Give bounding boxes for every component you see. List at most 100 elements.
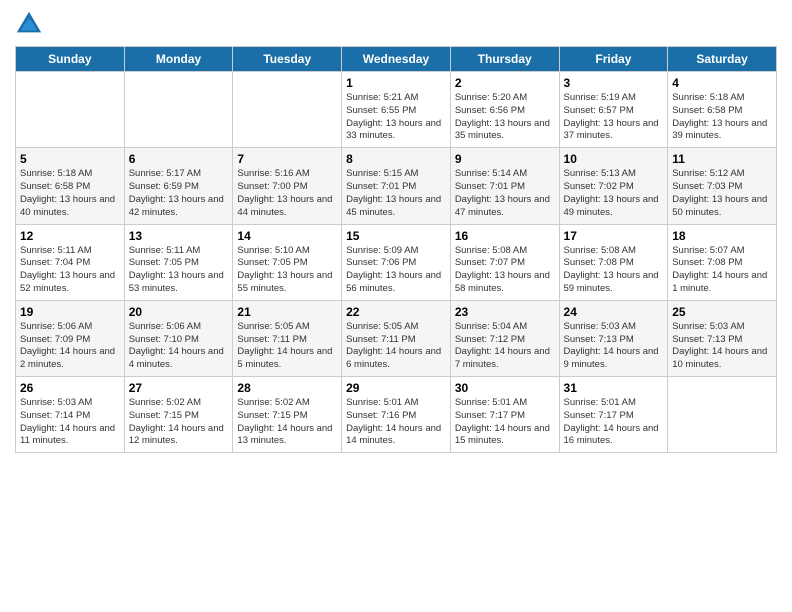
day-number: 22	[346, 305, 446, 319]
day-info: Sunrise: 5:01 AMSunset: 7:16 PMDaylight:…	[346, 397, 446, 448]
day-number: 20	[129, 305, 229, 319]
day-info: Sunrise: 5:06 AMSunset: 7:09 PMDaylight:…	[20, 321, 120, 372]
day-info: Sunrise: 5:08 AMSunset: 7:08 PMDaylight:…	[564, 245, 664, 296]
day-info: Sunrise: 5:20 AMSunset: 6:56 PMDaylight:…	[455, 92, 555, 143]
weekday-friday: Friday	[559, 47, 668, 72]
weekday-sunday: Sunday	[16, 47, 125, 72]
page-header	[15, 10, 777, 38]
day-info: Sunrise: 5:02 AMSunset: 7:15 PMDaylight:…	[129, 397, 229, 448]
day-number: 6	[129, 152, 229, 166]
day-info: Sunrise: 5:03 AMSunset: 7:13 PMDaylight:…	[672, 321, 772, 372]
day-number: 9	[455, 152, 555, 166]
day-number: 12	[20, 229, 120, 243]
calendar-cell: 25 Sunrise: 5:03 AMSunset: 7:13 PMDayligh…	[668, 300, 777, 376]
day-number: 18	[672, 229, 772, 243]
day-info: Sunrise: 5:05 AMSunset: 7:11 PMDaylight:…	[237, 321, 337, 372]
day-number: 14	[237, 229, 337, 243]
day-info: Sunrise: 5:15 AMSunset: 7:01 PMDaylight:…	[346, 168, 446, 219]
day-info: Sunrise: 5:06 AMSunset: 7:10 PMDaylight:…	[129, 321, 229, 372]
weekday-monday: Monday	[124, 47, 233, 72]
calendar-week-4: 19 Sunrise: 5:06 AMSunset: 7:09 PMDayligh…	[16, 300, 777, 376]
day-info: Sunrise: 5:10 AMSunset: 7:05 PMDaylight:…	[237, 245, 337, 296]
day-number: 16	[455, 229, 555, 243]
weekday-saturday: Saturday	[668, 47, 777, 72]
calendar-page: SundayMondayTuesdayWednesdayThursdayFrid…	[0, 0, 792, 612]
day-info: Sunrise: 5:17 AMSunset: 6:59 PMDaylight:…	[129, 168, 229, 219]
day-number: 2	[455, 76, 555, 90]
weekday-tuesday: Tuesday	[233, 47, 342, 72]
calendar-cell: 24 Sunrise: 5:03 AMSunset: 7:13 PMDayligh…	[559, 300, 668, 376]
day-number: 7	[237, 152, 337, 166]
calendar-cell: 4Sunrise: 5:18 AMSunset: 6:58 PMDaylight…	[668, 72, 777, 148]
calendar-table: SundayMondayTuesdayWednesdayThursdayFrid…	[15, 46, 777, 453]
day-info: Sunrise: 5:18 AMSunset: 6:58 PMDaylight:…	[20, 168, 120, 219]
day-info: Sunrise: 5:16 AMSunset: 7:00 PMDaylight:…	[237, 168, 337, 219]
calendar-cell: 16 Sunrise: 5:08 AMSunset: 7:07 PMDayligh…	[450, 224, 559, 300]
day-number: 13	[129, 229, 229, 243]
calendar-cell: 29 Sunrise: 5:01 AMSunset: 7:16 PMDayligh…	[342, 377, 451, 453]
calendar-cell: 12 Sunrise: 5:11 AMSunset: 7:04 PMDayligh…	[16, 224, 125, 300]
day-number: 25	[672, 305, 772, 319]
logo	[15, 10, 47, 38]
calendar-cell: 10 Sunrise: 5:13 AMSunset: 7:02 PMDayligh…	[559, 148, 668, 224]
calendar-cell: 11 Sunrise: 5:12 AMSunset: 7:03 PMDayligh…	[668, 148, 777, 224]
day-number: 24	[564, 305, 664, 319]
calendar-cell: 22 Sunrise: 5:05 AMSunset: 7:11 PMDayligh…	[342, 300, 451, 376]
day-info: Sunrise: 5:03 AMSunset: 7:14 PMDaylight:…	[20, 397, 120, 448]
day-info: Sunrise: 5:11 AMSunset: 7:04 PMDaylight:…	[20, 245, 120, 296]
calendar-week-3: 12 Sunrise: 5:11 AMSunset: 7:04 PMDayligh…	[16, 224, 777, 300]
calendar-cell: 28Sunrise: 5:02 AMSunset: 7:15 PMDayligh…	[233, 377, 342, 453]
day-info: Sunrise: 5:13 AMSunset: 7:02 PMDaylight:…	[564, 168, 664, 219]
day-number: 29	[346, 381, 446, 395]
calendar-cell: 30Sunrise: 5:01 AMSunset: 7:17 PMDayligh…	[450, 377, 559, 453]
day-number: 26	[20, 381, 120, 395]
calendar-week-1: 1Sunrise: 5:21 AMSunset: 6:55 PMDaylight…	[16, 72, 777, 148]
calendar-body: 1Sunrise: 5:21 AMSunset: 6:55 PMDaylight…	[16, 72, 777, 453]
calendar-cell: 18 Sunrise: 5:07 AMSunset: 7:08 PMDayligh…	[668, 224, 777, 300]
calendar-cell: 13 Sunrise: 5:11 AMSunset: 7:05 PMDayligh…	[124, 224, 233, 300]
day-number: 5	[20, 152, 120, 166]
calendar-cell: 5 Sunrise: 5:18 AMSunset: 6:58 PMDaylight…	[16, 148, 125, 224]
calendar-cell	[16, 72, 125, 148]
day-number: 17	[564, 229, 664, 243]
day-info: Sunrise: 5:19 AMSunset: 6:57 PMDaylight:…	[564, 92, 664, 143]
calendar-cell: 26 Sunrise: 5:03 AMSunset: 7:14 PMDayligh…	[16, 377, 125, 453]
calendar-cell: 15 Sunrise: 5:09 AMSunset: 7:06 PMDayligh…	[342, 224, 451, 300]
calendar-cell: 27 Sunrise: 5:02 AMSunset: 7:15 PMDayligh…	[124, 377, 233, 453]
day-info: Sunrise: 5:14 AMSunset: 7:01 PMDaylight:…	[455, 168, 555, 219]
day-info: Sunrise: 5:08 AMSunset: 7:07 PMDaylight:…	[455, 245, 555, 296]
calendar-cell: 20 Sunrise: 5:06 AMSunset: 7:10 PMDayligh…	[124, 300, 233, 376]
day-number: 19	[20, 305, 120, 319]
day-info: Sunrise: 5:01 AMSunset: 7:17 PMDaylight:…	[564, 397, 664, 448]
day-number: 21	[237, 305, 337, 319]
calendar-cell: 19 Sunrise: 5:06 AMSunset: 7:09 PMDayligh…	[16, 300, 125, 376]
calendar-cell: 2 Sunrise: 5:20 AMSunset: 6:56 PMDaylight…	[450, 72, 559, 148]
day-info: Sunrise: 5:09 AMSunset: 7:06 PMDaylight:…	[346, 245, 446, 296]
logo-icon	[15, 10, 43, 38]
day-info: Sunrise: 5:04 AMSunset: 7:12 PMDaylight:…	[455, 321, 555, 372]
day-info: Sunrise: 5:02 AMSunset: 7:15 PMDaylight:…	[237, 397, 337, 448]
calendar-cell: 14 Sunrise: 5:10 AMSunset: 7:05 PMDayligh…	[233, 224, 342, 300]
calendar-cell	[233, 72, 342, 148]
day-info: Sunrise: 5:03 AMSunset: 7:13 PMDaylight:…	[564, 321, 664, 372]
calendar-cell: 17 Sunrise: 5:08 AMSunset: 7:08 PMDayligh…	[559, 224, 668, 300]
day-info: Sunrise: 5:07 AMSunset: 7:08 PMDaylight:…	[672, 245, 772, 296]
weekday-thursday: Thursday	[450, 47, 559, 72]
calendar-cell: 9 Sunrise: 5:14 AMSunset: 7:01 PMDaylight…	[450, 148, 559, 224]
day-info: Sunrise: 5:12 AMSunset: 7:03 PMDaylight:…	[672, 168, 772, 219]
day-number: 31	[564, 381, 664, 395]
calendar-cell: 7 Sunrise: 5:16 AMSunset: 7:00 PMDaylight…	[233, 148, 342, 224]
day-number: 11	[672, 152, 772, 166]
day-number: 10	[564, 152, 664, 166]
calendar-week-2: 5 Sunrise: 5:18 AMSunset: 6:58 PMDaylight…	[16, 148, 777, 224]
day-info: Sunrise: 5:05 AMSunset: 7:11 PMDaylight:…	[346, 321, 446, 372]
day-number: 4	[672, 76, 772, 90]
calendar-week-5: 26 Sunrise: 5:03 AMSunset: 7:14 PMDayligh…	[16, 377, 777, 453]
day-info: Sunrise: 5:01 AMSunset: 7:17 PMDaylight:…	[455, 397, 555, 448]
day-number: 3	[564, 76, 664, 90]
day-number: 15	[346, 229, 446, 243]
day-info: Sunrise: 5:11 AMSunset: 7:05 PMDaylight:…	[129, 245, 229, 296]
day-number: 27	[129, 381, 229, 395]
calendar-cell: 31 Sunrise: 5:01 AMSunset: 7:17 PMDayligh…	[559, 377, 668, 453]
weekday-wednesday: Wednesday	[342, 47, 451, 72]
